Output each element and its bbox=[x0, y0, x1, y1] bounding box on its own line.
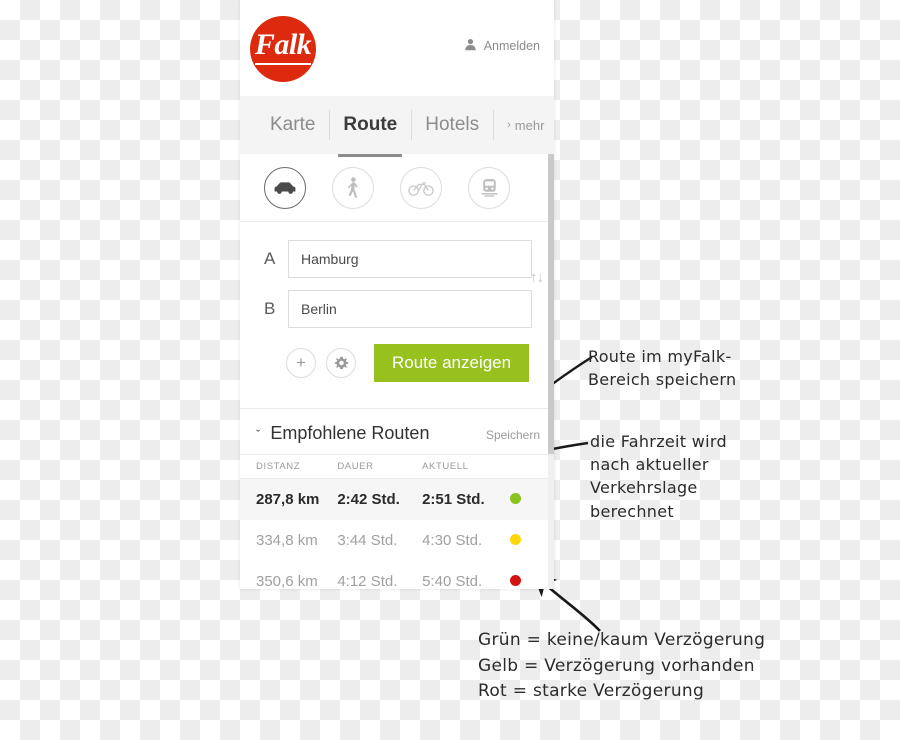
status-badge bbox=[510, 575, 521, 586]
start-label: A bbox=[264, 249, 276, 268]
row-dauer: 2:42 Std. bbox=[337, 491, 400, 508]
falk-route-planner-card: Falk Anmelden Karte Route Hotels › mehr bbox=[240, 0, 554, 589]
row-aktuell: 2:51 Std. bbox=[422, 491, 485, 508]
person-icon bbox=[464, 38, 477, 54]
login-label: Anmelden bbox=[483, 39, 540, 53]
add-waypoint-button[interactable]: + bbox=[286, 348, 316, 378]
start-input[interactable] bbox=[288, 240, 532, 278]
start-field-row: A bbox=[240, 240, 554, 278]
mode-walk-button[interactable] bbox=[332, 166, 374, 209]
status-badge bbox=[510, 534, 521, 545]
mode-train-button[interactable] bbox=[468, 166, 510, 209]
recommended-routes-section: ˇ Empfohlene Routen Speichern DISTANZ DA… bbox=[240, 408, 554, 589]
car-icon bbox=[273, 180, 297, 196]
pedestrian-icon bbox=[346, 176, 360, 199]
annotation-save-route: Route im myFalk- Bereich speichern bbox=[588, 347, 737, 390]
falk-logo[interactable]: Falk bbox=[250, 16, 316, 82]
route-form: A B ↑↓ + Route anzeigen bbox=[240, 222, 554, 396]
row-distanz: 334,8 km bbox=[256, 532, 318, 549]
transport-mode-row bbox=[240, 154, 554, 222]
column-aktuell: AKTUELL bbox=[422, 454, 510, 479]
scrollbar-thumb[interactable] bbox=[548, 154, 554, 454]
bicycle-icon bbox=[408, 179, 434, 196]
mode-car-button[interactable] bbox=[264, 166, 306, 209]
dest-label: B bbox=[264, 299, 276, 318]
tab-mehr-label: mehr bbox=[514, 117, 545, 133]
tab-route-label: Route bbox=[343, 114, 398, 135]
annotation-traffic-time: die Fahrzeit wird nach aktueller Verkehr… bbox=[590, 432, 727, 521]
dest-field-row: B bbox=[240, 290, 554, 328]
table-row[interactable]: 350,6 km 4:12 Std. 5:40 Std. bbox=[240, 561, 554, 589]
tab-karte-label: Karte bbox=[270, 114, 316, 135]
row-distanz: 287,8 km bbox=[256, 491, 320, 508]
train-icon bbox=[481, 178, 498, 198]
login-button[interactable]: Anmelden bbox=[464, 38, 540, 54]
recommended-routes-title: Empfohlene Routen bbox=[270, 423, 430, 443]
status-badge bbox=[510, 493, 521, 504]
row-dauer: 3:44 Std. bbox=[337, 532, 398, 549]
column-distanz: DISTANZ bbox=[240, 454, 338, 479]
mode-bike-button[interactable] bbox=[400, 166, 442, 209]
row-aktuell: 5:40 Std. bbox=[422, 573, 483, 589]
row-aktuell: 4:30 Std. bbox=[422, 532, 483, 549]
save-route-link[interactable]: Speichern bbox=[486, 428, 540, 442]
recommended-routes-header: ˇ Empfohlene Routen Speichern bbox=[240, 409, 554, 454]
annotation-color-legend: Grün = keine/kaum Verzögerung Gelb = Ver… bbox=[478, 630, 766, 701]
tab-hotels-label: Hotels bbox=[425, 114, 480, 135]
swap-endpoints-icon[interactable]: ↑↓ bbox=[530, 270, 544, 285]
routes-table: DISTANZ DAUER AKTUELL 287,8 km 2:42 Std.… bbox=[240, 454, 554, 589]
table-row[interactable]: 287,8 km 2:42 Std. 2:51 Std. bbox=[240, 478, 554, 520]
chevron-down-icon[interactable]: ˇ bbox=[256, 427, 260, 442]
tab-bar: Karte Route Hotels › mehr bbox=[240, 96, 554, 157]
column-dauer: DAUER bbox=[337, 454, 423, 479]
form-action-row: + Route anzeigen bbox=[240, 340, 554, 382]
routes-table-header-row: DISTANZ DAUER AKTUELL bbox=[240, 454, 554, 479]
dest-input[interactable] bbox=[288, 290, 532, 328]
table-row[interactable]: 334,8 km 3:44 Std. 4:30 Std. bbox=[240, 520, 554, 561]
tab-hotels[interactable]: Hotels bbox=[411, 96, 493, 154]
row-dauer: 4:12 Std. bbox=[337, 573, 398, 589]
chevron-right-icon: › bbox=[507, 119, 511, 131]
tab-karte[interactable]: Karte bbox=[256, 96, 329, 154]
gear-icon[interactable] bbox=[326, 348, 356, 378]
show-route-button[interactable]: Route anzeigen bbox=[374, 344, 530, 382]
row-distanz: 350,6 km bbox=[256, 573, 318, 589]
app-header: Falk Anmelden bbox=[240, 0, 554, 96]
tab-route[interactable]: Route bbox=[329, 96, 411, 157]
tab-mehr[interactable]: › mehr bbox=[493, 96, 554, 154]
falk-logo-text: Falk bbox=[254, 29, 312, 65]
